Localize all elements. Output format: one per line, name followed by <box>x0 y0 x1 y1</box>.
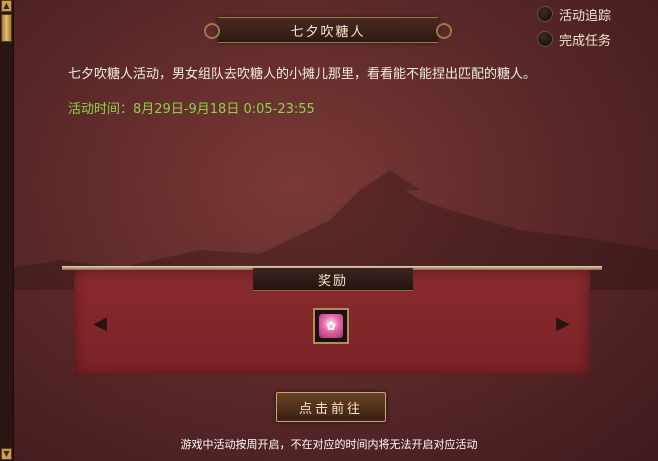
scroll-up-icon[interactable]: ▲ <box>1 0 12 12</box>
gift-box-icon: ✿ <box>319 314 343 338</box>
time-label: 活动时间： <box>68 102 134 117</box>
scroll-thumb[interactable] <box>1 14 12 42</box>
complete-task-label: 完成任务 <box>559 33 612 49</box>
reward-title: 奖励 <box>253 268 413 291</box>
go-button[interactable]: 点击前往 <box>276 392 386 422</box>
previous-reward-icon[interactable]: ◀ <box>87 313 113 335</box>
footer-note: 游戏中活动按周开启，不在对应的时间内将无法开启对应活动 <box>180 438 478 451</box>
time-value: 8月29日-9月18日 0:05-23:55 <box>133 102 315 117</box>
reward-item-slot[interactable]: ✿ <box>313 308 349 344</box>
checkbox-icon[interactable] <box>537 31 553 47</box>
activity-title: 七夕吹糖人 <box>204 17 452 43</box>
scrollbar[interactable]: ▲ ▼ <box>0 0 14 461</box>
activity-description: 七夕吹糖人活动，男女组队去吹糖人的小摊儿那里，看看能不能捏出匹配的糖人。 <box>68 67 537 82</box>
complete-task-toggle[interactable]: 完成任务 <box>537 29 611 49</box>
checkbox-icon[interactable] <box>537 6 553 22</box>
activity-time: 活动时间：8月29日-9月18日 0:05-23:55 <box>68 98 315 117</box>
next-reward-icon[interactable]: ▶ <box>550 313 576 335</box>
track-activity-toggle[interactable]: 活动追踪 <box>537 4 611 24</box>
track-activity-label: 活动追踪 <box>559 8 612 24</box>
